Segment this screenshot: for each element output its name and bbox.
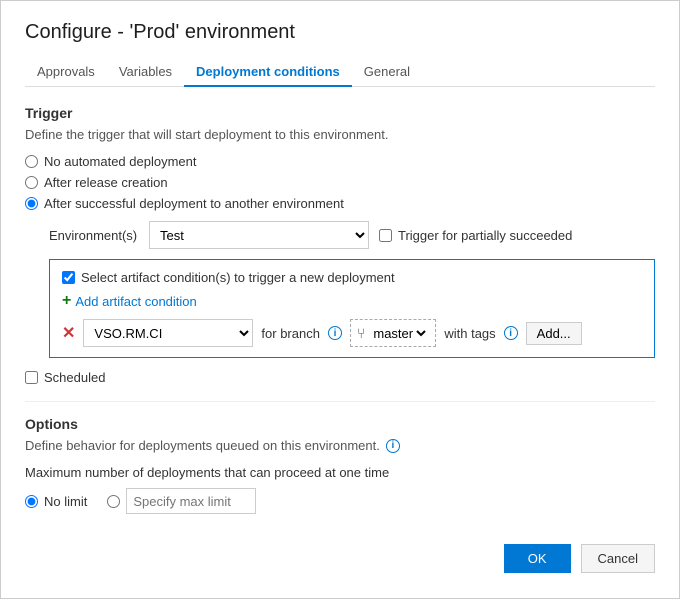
options-info-icon[interactable]: i (386, 439, 400, 453)
footer-buttons: OK Cancel (25, 544, 655, 573)
environment-select[interactable]: Test (149, 221, 369, 249)
radio-after-successful[interactable]: After successful deployment to another e… (25, 196, 655, 211)
tab-variables[interactable]: Variables (107, 58, 184, 86)
remove-condition-icon[interactable]: ✕ (62, 323, 75, 343)
git-branch-icon: ⑂ (357, 325, 365, 341)
artifact-condition-box: Select artifact condition(s) to trigger … (49, 259, 655, 358)
trigger-section: Trigger Define the trigger that will sta… (25, 105, 655, 385)
condition-row: ✕ VSO.RM.CI for branch i ⑂ master with t… (62, 319, 642, 347)
scheduled-checkbox[interactable] (25, 371, 38, 384)
dialog-title: Configure - 'Prod' environment (25, 21, 655, 44)
environment-row: Environment(s) Test Trigger for partiall… (49, 221, 655, 249)
add-tags-button[interactable]: Add... (526, 322, 582, 345)
tab-deployment-conditions[interactable]: Deployment conditions (184, 58, 352, 87)
plus-icon: + (62, 293, 71, 309)
for-branch-label: for branch (261, 326, 320, 341)
scheduled-row[interactable]: Scheduled (25, 370, 655, 385)
configure-dialog: Configure - 'Prod' environment Approvals… (0, 0, 680, 599)
branch-info-icon[interactable]: i (328, 326, 342, 340)
tab-approvals[interactable]: Approvals (25, 58, 107, 86)
trigger-description: Define the trigger that will start deplo… (25, 127, 655, 142)
limit-radio-group: No limit (25, 488, 655, 514)
radio-after-release[interactable]: After release creation (25, 175, 655, 190)
tab-bar: Approvals Variables Deployment condition… (25, 58, 655, 87)
cancel-button[interactable]: Cancel (581, 544, 655, 573)
ok-button[interactable]: OK (504, 544, 571, 573)
trigger-title: Trigger (25, 105, 655, 121)
artifact-select[interactable]: VSO.RM.CI (83, 319, 253, 347)
max-deployments-label: Maximum number of deployments that can p… (25, 465, 655, 480)
options-description: Define behavior for deployments queued o… (25, 438, 655, 453)
with-tags-label: with tags (444, 326, 495, 341)
trigger-radio-group: No automated deployment After release cr… (25, 154, 655, 211)
environment-label: Environment(s) (49, 228, 139, 243)
options-section: Options Define behavior for deployments … (25, 416, 655, 514)
tags-info-icon[interactable]: i (504, 326, 518, 340)
specify-max-input[interactable] (126, 488, 256, 514)
branch-select[interactable]: master (369, 325, 429, 342)
artifact-header: Select artifact condition(s) to trigger … (62, 270, 642, 285)
branch-dropdown[interactable]: ⑂ master (350, 319, 436, 347)
specify-max-radio[interactable] (107, 488, 256, 514)
add-condition-button[interactable]: + Add artifact condition (62, 293, 642, 309)
no-limit-radio[interactable]: No limit (25, 494, 87, 509)
trigger-partial-label[interactable]: Trigger for partially succeeded (379, 228, 572, 243)
radio-no-automated[interactable]: No automated deployment (25, 154, 655, 169)
artifact-checkbox[interactable] (62, 271, 75, 284)
tab-general[interactable]: General (352, 58, 422, 86)
options-title: Options (25, 416, 655, 432)
section-divider (25, 401, 655, 402)
